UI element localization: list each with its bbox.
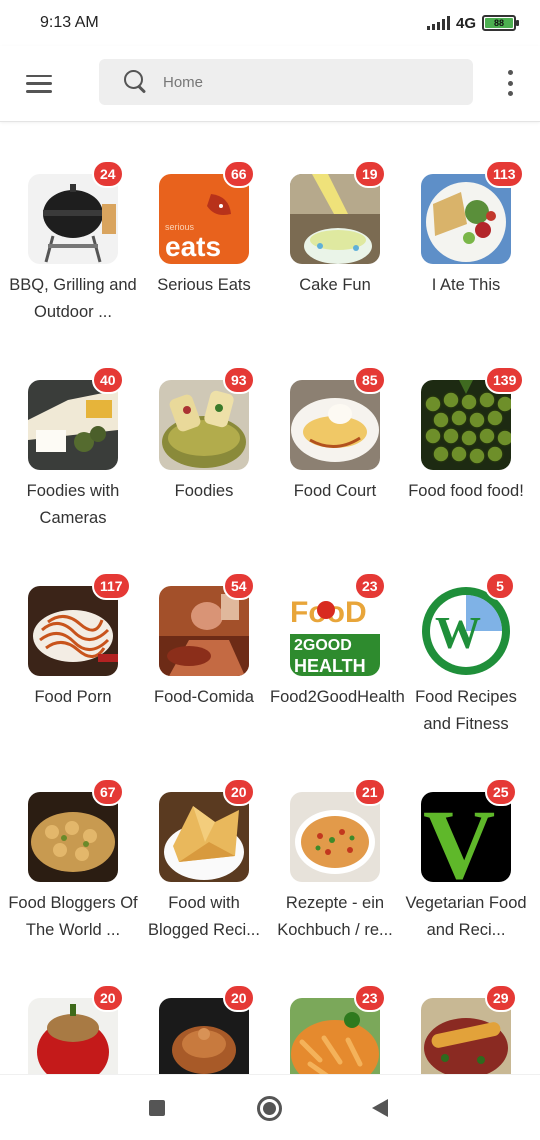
- feed-title: Food with Blogged Reci...: [148, 894, 260, 939]
- hamburger-menu-icon[interactable]: [26, 74, 52, 93]
- triangle-back-icon[interactable]: [372, 1099, 388, 1117]
- status-icons: 4G 88: [426, 14, 519, 32]
- battery-icon: 88: [482, 15, 519, 31]
- search-icon: [123, 69, 149, 95]
- unread-count-badge: 54: [223, 572, 255, 600]
- feed-tile[interactable]: W 5 Food Recipes and Fitness: [401, 534, 531, 734]
- feed-tile[interactable]: 117 Food Porn: [8, 534, 138, 734]
- feed-title: Foodies with Cameras: [26, 482, 120, 527]
- feed-title: BBQ, Grilling and Outdoor ...: [9, 276, 137, 321]
- unread-count-badge: 21: [354, 778, 386, 806]
- feed-tile[interactable]: V 25 Vegetarian Food and Reci...: [401, 740, 531, 940]
- feed-tile[interactable]: 67 Food Bloggers Of The World ...: [8, 740, 138, 940]
- unread-count-badge: 20: [223, 778, 255, 806]
- square-icon[interactable]: [149, 1100, 165, 1116]
- status-time: 9:13 AM: [40, 14, 99, 31]
- battery-level: 88: [485, 18, 513, 28]
- feed-title: Cake Fun: [299, 276, 371, 294]
- unread-count-badge: 113: [485, 160, 524, 188]
- unread-count-badge: 93: [223, 366, 255, 394]
- logo-text: eats: [165, 231, 221, 262]
- feed-title: Food food food!: [408, 482, 524, 500]
- unread-count-badge: 23: [354, 572, 386, 600]
- feed-title: Food Recipes and Fitness: [415, 688, 517, 733]
- unread-count-badge: 25: [485, 778, 517, 806]
- unread-count-badge: 5: [485, 572, 515, 600]
- feed-title: Food Bloggers Of The World ...: [8, 894, 138, 939]
- feed-tile[interactable]: 29: [401, 946, 531, 1074]
- unread-count-badge: 19: [354, 160, 386, 188]
- feed-title: Food-Comida: [154, 688, 254, 706]
- network-type: 4G: [455, 14, 476, 32]
- status-bar: 9:13 AM 4G 88: [0, 0, 540, 46]
- unread-count-badge: 85: [354, 366, 386, 394]
- signal-icon: [426, 16, 450, 30]
- unread-count-badge: 29: [485, 984, 517, 1012]
- feed-title: Food2GoodHealth: [270, 688, 405, 706]
- unread-count-badge: 40: [92, 366, 124, 394]
- unread-count-badge: 67: [92, 778, 124, 806]
- feed-tile[interactable]: 40 Foodies with Cameras: [8, 328, 138, 528]
- feed-tile[interactable]: 113 I Ate This: [401, 122, 531, 322]
- unread-count-badge: 24: [92, 160, 124, 188]
- feed-title: Food Court: [293, 482, 377, 500]
- unread-count-badge: 139: [485, 366, 525, 394]
- feed-title: Foodies: [174, 482, 234, 500]
- feed-tile[interactable]: 24 BBQ, Grilling and Outdoor ...: [8, 122, 138, 322]
- feed-grid: 24 BBQ, Grilling and Outdoor ... serious…: [0, 122, 540, 1074]
- feed-tile[interactable]: FooD2GOODHEALTH 23 Food2GoodHealth: [270, 534, 405, 734]
- unread-count-badge: 117: [92, 572, 131, 600]
- feed-tile[interactable]: 20: [8, 946, 138, 1074]
- feed-title: Vegetarian Food and Reci...: [405, 894, 527, 939]
- feed-title: Food Porn: [34, 688, 112, 706]
- feed-tile[interactable]: 54 Food-Comida: [139, 534, 269, 734]
- more-vert-icon[interactable]: [508, 70, 514, 96]
- feed-tile[interactable]: serious eats 66 Serious Eats: [139, 122, 269, 322]
- feed-tile[interactable]: 21 Rezepte - ein Kochbuch / re...: [270, 740, 400, 940]
- feed-tile[interactable]: 19 Cake Fun: [270, 122, 400, 322]
- circle-icon[interactable]: [257, 1096, 282, 1121]
- system-nav-bar: [0, 1074, 540, 1140]
- feed-title: Serious Eats: [157, 276, 251, 294]
- search-input[interactable]: Home: [163, 74, 203, 91]
- feed-tile[interactable]: 93 Foodies: [139, 328, 269, 528]
- feed-tile[interactable]: 85 Food Court: [270, 328, 400, 528]
- feed-tile[interactable]: 20 Food with Blogged Reci...: [139, 740, 269, 940]
- feed-title: I Ate This: [431, 276, 501, 294]
- logo-text: W: [435, 607, 481, 658]
- feed-tile[interactable]: 20: [139, 946, 269, 1074]
- app-bar: Home: [0, 46, 540, 122]
- feed-tile[interactable]: 23: [270, 946, 400, 1074]
- search-bar[interactable]: Home: [99, 59, 473, 105]
- unread-count-badge: 20: [223, 984, 255, 1012]
- logo-text: V: [423, 792, 495, 882]
- unread-count-badge: 20: [92, 984, 124, 1012]
- logo-mid-text: 2GOOD: [294, 637, 352, 654]
- unread-count-badge: 23: [354, 984, 386, 1012]
- logo-bot-text: HEALTH: [294, 656, 366, 676]
- feed-title: Rezepte - ein Kochbuch / re...: [277, 894, 393, 939]
- unread-count-badge: 66: [223, 160, 255, 188]
- feed-tile[interactable]: 139 Food food food!: [401, 328, 531, 528]
